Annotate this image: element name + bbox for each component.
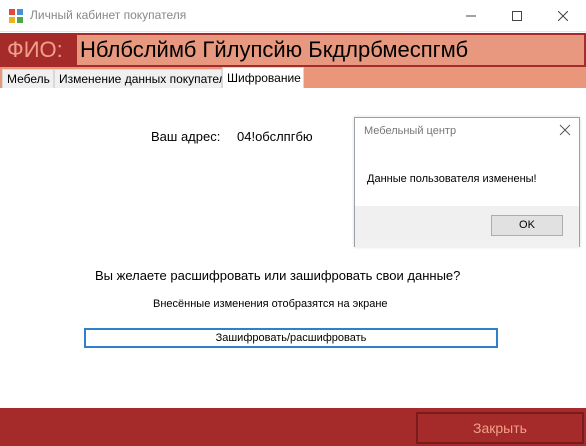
- fio-field: Нблбслймб Гйлупсйю Бкдлрбмеспгмб: [77, 35, 584, 65]
- fio-value: Нблбслймб Гйлупсйю Бкдлрбмеспгмб: [80, 37, 469, 62]
- tab-encryption[interactable]: Шифрование: [222, 67, 304, 89]
- app-icon: [9, 9, 23, 23]
- fio-band: ФИО: Нблбслймб Гйлупсйю Бкдлрбмеспгмб: [0, 33, 586, 67]
- tab-strip: Мебель Изменение данных покупателя Шифро…: [0, 67, 586, 89]
- close-icon: [558, 11, 568, 21]
- encrypt-decrypt-button[interactable]: Зашифровать/расшифровать: [84, 328, 498, 348]
- dialog-ok-button[interactable]: OK: [491, 215, 563, 236]
- address-value: 04!обслпгбю: [237, 129, 313, 144]
- dialog-message: Данные пользователя изменены!: [367, 173, 537, 185]
- minimize-icon: [466, 15, 476, 17]
- window-close-button[interactable]: [540, 0, 586, 32]
- dialog-title: Мебельный центр: [364, 125, 457, 137]
- fio-label: ФИО:: [7, 37, 63, 62]
- encrypt-question: Вы желаете расшифровать или зашифровать …: [95, 268, 461, 283]
- dialog-close-icon[interactable]: [559, 124, 571, 136]
- close-button[interactable]: Закрыть: [416, 412, 584, 444]
- encrypt-hint: Внесённые изменения отобразятся на экран…: [153, 298, 388, 310]
- maximize-icon: [512, 11, 522, 21]
- message-dialog: Мебельный центр Данные пользователя изме…: [354, 117, 580, 247]
- window-title: Личный кабинет покупателя: [30, 8, 187, 22]
- window-titlebar: Личный кабинет покупателя: [0, 0, 586, 32]
- dialog-footer: OK: [355, 206, 579, 247]
- maximize-button[interactable]: [494, 0, 540, 32]
- tab-furniture[interactable]: Мебель: [2, 69, 54, 88]
- tab-edit-customer[interactable]: Изменение данных покупателя: [54, 69, 232, 88]
- bottom-bar: Закрыть: [0, 408, 586, 446]
- address-label: Ваш адрес:: [151, 129, 221, 144]
- minimize-button[interactable]: [448, 0, 494, 32]
